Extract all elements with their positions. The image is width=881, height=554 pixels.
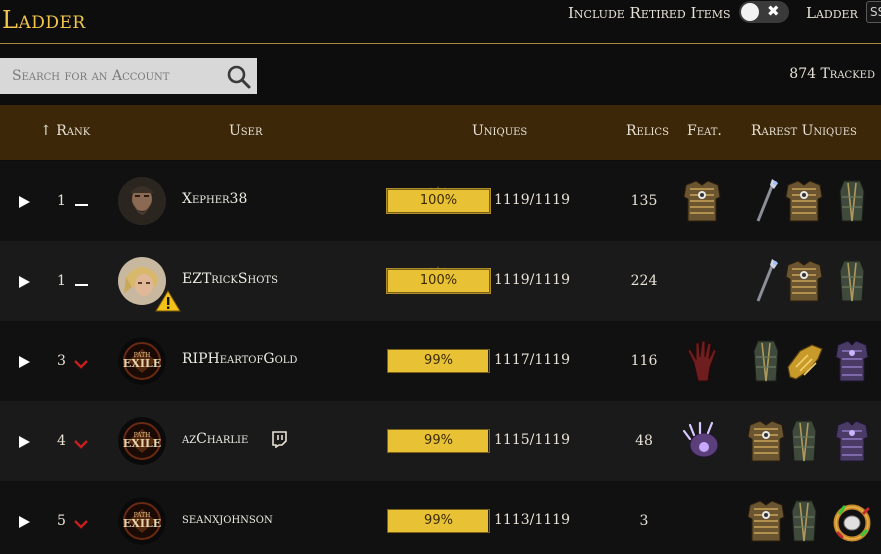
bloody-hand-icon[interactable] <box>680 337 724 385</box>
expand-row-icon[interactable] <box>17 514 31 528</box>
chest-armour-icon[interactable] <box>680 177 724 225</box>
uniques-count: 1113/1119 <box>494 512 570 528</box>
page-title: Ladder <box>2 6 86 34</box>
rank-down-icon <box>72 435 90 449</box>
include-retired-toggle[interactable]: ✖ <box>739 1 789 23</box>
expand-row-icon[interactable] <box>17 194 31 208</box>
expand-row-icon[interactable] <box>17 434 31 448</box>
uniques-progress-bar: 99% <box>387 429 490 453</box>
tracked-count: 874 Tracked <box>789 66 875 82</box>
uniques-progress-bar: 99% <box>387 509 490 533</box>
close-icon: ✖ <box>767 2 780 20</box>
account-search <box>0 58 257 94</box>
robe-icon[interactable] <box>782 497 826 545</box>
rank-down-icon <box>72 355 90 369</box>
table-row[interactable]: 5 PATH EXILE seanxjohnson 99% 1113/1119 3 <box>0 481 881 554</box>
progress-percent: 100% <box>419 193 458 208</box>
progress-percent: 99% <box>424 353 453 368</box>
ladder-select-label: Ladder <box>806 4 858 22</box>
progress-percent: 99% <box>424 433 453 448</box>
warning-icon <box>155 290 181 312</box>
purple-armour-icon[interactable] <box>830 417 874 465</box>
relics-count: 224 <box>630 273 658 289</box>
rank-value: 1 <box>57 273 66 289</box>
rank-unchanged-icon <box>72 195 90 207</box>
username-link[interactable]: Xepher38 <box>182 191 247 207</box>
include-retired-label: Include Retired Items <box>568 4 731 22</box>
table-row[interactable]: 1 Xepher38 100% 1119/1119 135 <box>0 161 881 241</box>
uniques-count: 1119/1119 <box>494 192 570 208</box>
gold-gauntlet-icon[interactable] <box>782 337 826 385</box>
rank-value: 1 <box>57 193 66 209</box>
svg-text:EXILE: EXILE <box>123 437 161 450</box>
uniques-count: 1119/1119 <box>494 272 570 288</box>
uniques-count: 1117/1119 <box>494 352 570 368</box>
username-link[interactable]: seanxjohnson <box>182 511 273 527</box>
expand-row-icon[interactable] <box>17 274 31 288</box>
rank-value: 5 <box>57 513 66 529</box>
svg-text:EXILE: EXILE <box>123 357 161 370</box>
rank-value: 4 <box>57 433 66 449</box>
table-row[interactable]: 1 EZTrickShots 100% 1119/1119 224 <box>0 241 881 321</box>
username-link[interactable]: RIPHeartofGold <box>182 351 297 367</box>
rank-down-icon <box>72 515 90 529</box>
uniques-progress-bar: 100% <box>387 189 490 213</box>
league-select[interactable]: SSF <box>866 1 881 23</box>
column-rank-label: Rank <box>56 123 91 139</box>
robe-icon[interactable] <box>782 417 826 465</box>
rank-unchanged-icon <box>72 275 90 287</box>
uniques-count: 1115/1119 <box>494 432 570 448</box>
relics-count: 116 <box>630 353 658 369</box>
search-icon[interactable] <box>226 64 252 90</box>
progress-percent: 99% <box>424 513 453 528</box>
relics-count: 135 <box>630 193 658 209</box>
toggle-knob <box>741 3 759 21</box>
column-uniques[interactable]: Uniques <box>472 123 527 139</box>
column-feat: Feat. <box>687 123 722 139</box>
rank-value: 3 <box>57 353 66 369</box>
purple-armour-icon[interactable] <box>830 337 874 385</box>
avatar[interactable]: PATH EXILE <box>118 417 166 465</box>
relics-count: 48 <box>635 433 653 449</box>
search-input[interactable] <box>0 58 220 94</box>
table-header: ↑ Rank User Uniques Relics Feat. Rarest … <box>0 105 881 160</box>
column-rarest-uniques: Rarest Uniques <box>751 123 857 139</box>
uniques-progress-bar: 100% <box>387 269 490 293</box>
chest-armour-icon[interactable] <box>782 177 826 225</box>
svg-text:EXILE: EXILE <box>123 517 161 530</box>
relics-count: 3 <box>639 513 649 529</box>
avatar[interactable]: PATH EXILE <box>118 497 166 545</box>
username-link[interactable]: azCharlie <box>182 431 248 447</box>
purple-claw-icon[interactable] <box>680 417 724 465</box>
progress-percent: 100% <box>419 273 458 288</box>
twitch-icon[interactable] <box>271 431 287 449</box>
table-row[interactable]: 3 PATH EXILE RIPHeartofGold 99% 1117/1119 116 <box>0 321 881 401</box>
expand-row-icon[interactable] <box>17 354 31 368</box>
avatar[interactable]: PATH EXILE <box>118 337 166 385</box>
username-link[interactable]: EZTrickShots <box>182 271 278 287</box>
top-bar: Ladder Include Retired Items ✖ Ladder SS… <box>0 0 881 44</box>
column-relics[interactable]: Relics <box>626 123 669 139</box>
chest-armour-icon[interactable] <box>782 257 826 305</box>
column-rank[interactable]: ↑ Rank <box>40 123 90 139</box>
sort-arrow-up-icon: ↑ <box>40 123 52 139</box>
robe-icon[interactable] <box>830 177 874 225</box>
uniques-progress-bar: 99% <box>387 349 490 373</box>
column-user[interactable]: User <box>229 123 262 139</box>
gem-ring-icon[interactable] <box>830 497 874 545</box>
avatar[interactable] <box>118 177 166 225</box>
robe-icon[interactable] <box>830 257 874 305</box>
table-row[interactable]: 4 PATH EXILE azCharlie 99% 1115/1119 48 <box>0 401 881 481</box>
